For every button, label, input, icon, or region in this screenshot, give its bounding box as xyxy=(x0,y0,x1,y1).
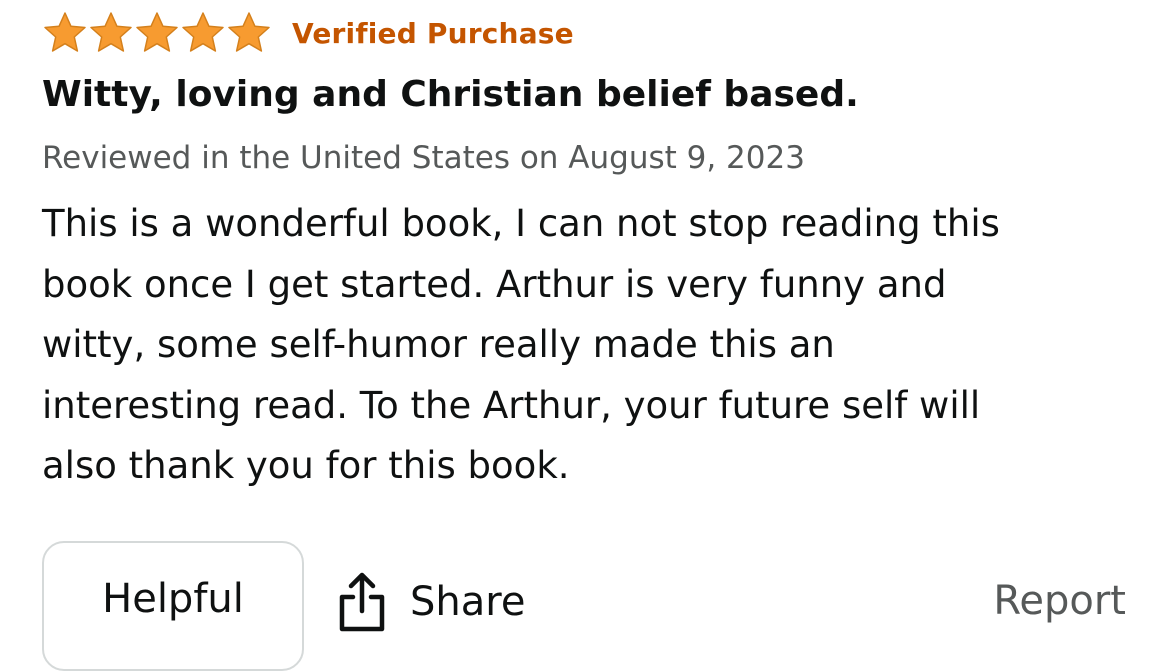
review-body-line: This is a wonderful book, I can not stop… xyxy=(42,202,1000,245)
review-card: Verified Purchase Witty, loving and Chri… xyxy=(42,0,1132,671)
star-icon xyxy=(90,12,132,52)
review-title: Witty, loving and Christian belief based… xyxy=(42,74,859,115)
star-icon xyxy=(228,12,270,52)
star-icon xyxy=(182,12,224,52)
report-link[interactable]: Report xyxy=(993,578,1126,624)
helpful-button[interactable]: Helpful xyxy=(42,541,304,671)
helpful-button-label: Helpful xyxy=(102,576,244,622)
rating-row: Verified Purchase xyxy=(42,10,574,56)
review-body-line: book once I get started. Arthur is very … xyxy=(42,262,947,306)
share-button-label: Share xyxy=(410,579,526,625)
share-button[interactable]: Share xyxy=(336,570,525,634)
review-body: This is a wonderful book, I can not stop… xyxy=(42,194,1132,497)
star-icon xyxy=(136,12,178,52)
review-body-line: interesting read. To the Arthur, your fu… xyxy=(42,383,981,427)
review-body-line: witty, some self-humor really made this … xyxy=(42,323,835,366)
review-meta: Reviewed in the United States on August … xyxy=(42,140,805,176)
verified-purchase-badge: Verified Purchase xyxy=(292,16,574,50)
star-rating xyxy=(42,10,272,56)
review-body-line: also thank you for this book. xyxy=(42,444,570,487)
share-icon xyxy=(339,572,385,632)
star-icon xyxy=(44,12,86,52)
